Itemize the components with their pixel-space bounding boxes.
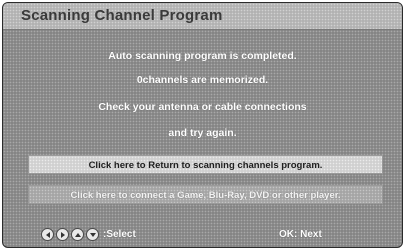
check-connection-message: Check your antenna or cable connections xyxy=(98,101,307,113)
connect-device-button[interactable]: Click here to connect a Game, Blu-Ray, D… xyxy=(28,185,383,204)
return-to-scan-button[interactable]: Click here to Return to scanning channel… xyxy=(28,155,383,174)
left-arrow-icon xyxy=(41,228,54,241)
up-arrow-icon xyxy=(71,228,84,241)
scan-result-screen: Scanning Channel Program Auto scanning p… xyxy=(2,2,403,248)
down-arrow-icon xyxy=(86,228,99,241)
right-arrow-icon xyxy=(56,228,69,241)
nav-arrows xyxy=(41,228,99,241)
channel-count-message: 0channels are memorized. xyxy=(136,74,269,86)
try-again-message: and try again. xyxy=(168,127,237,139)
ok-next-hint: OK: Next xyxy=(279,229,322,240)
title-bar: Scanning Channel Program xyxy=(3,3,402,30)
select-hint: :Select xyxy=(103,229,136,240)
footer-hints: :Select OK: Next xyxy=(3,225,402,247)
page-title: Scanning Channel Program xyxy=(21,7,223,24)
scan-complete-message: Auto scanning program is completed. xyxy=(108,50,297,62)
